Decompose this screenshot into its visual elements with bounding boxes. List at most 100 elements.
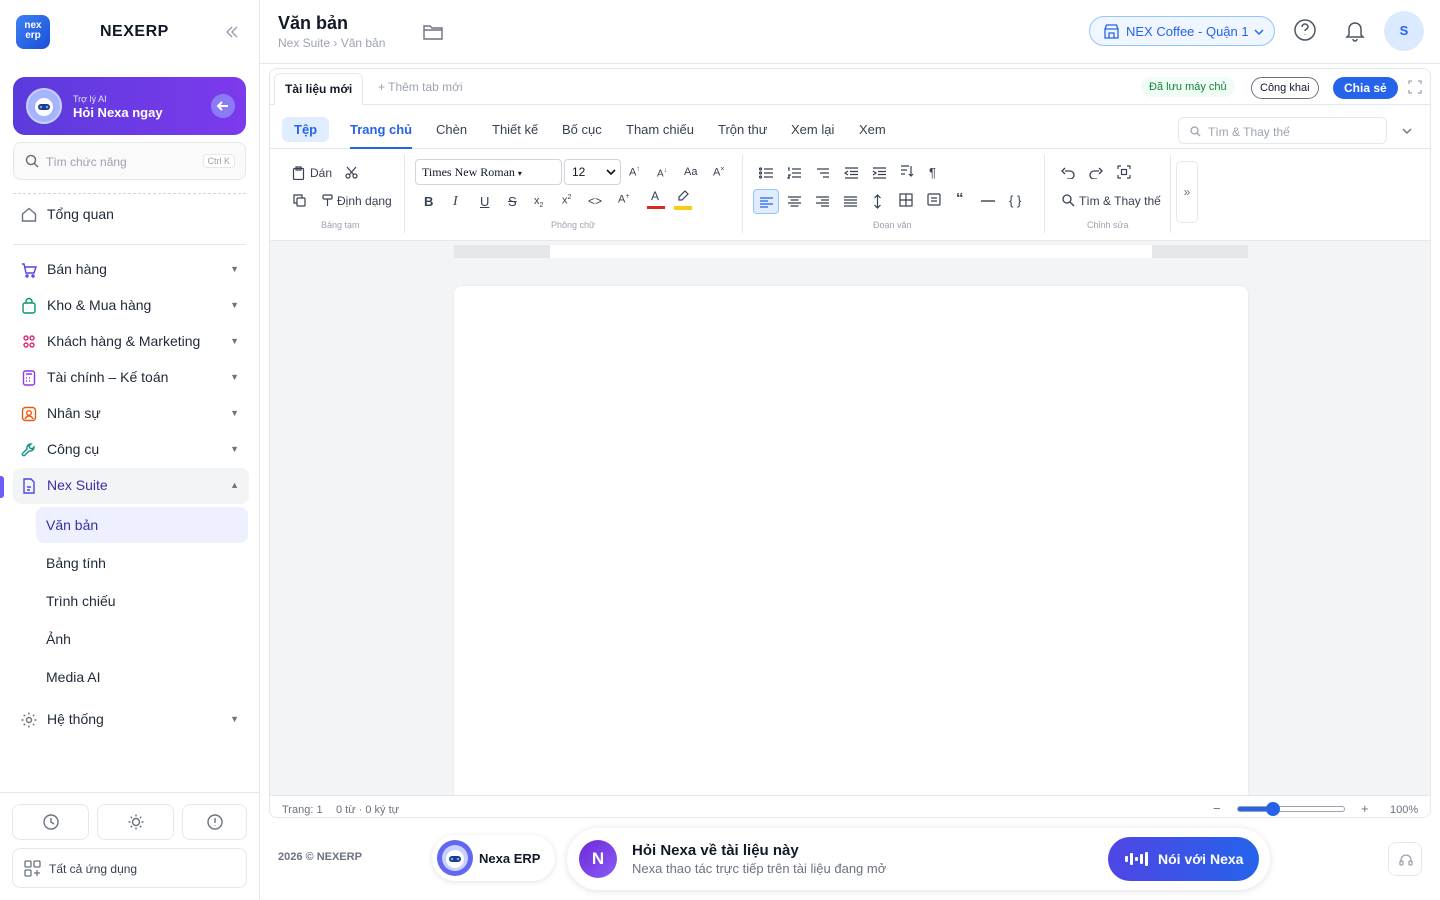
- horizontal-line-icon[interactable]: [981, 200, 995, 202]
- nav-nex-suite[interactable]: Nex Suite ▲: [13, 468, 249, 504]
- ribbon-tab-layout[interactable]: Bố cục: [562, 122, 602, 137]
- folder-icon[interactable]: [422, 22, 444, 42]
- sub-item-media-ai[interactable]: Media AI: [36, 659, 248, 695]
- justify-icon[interactable]: [844, 196, 857, 207]
- find-replace-input[interactable]: Tìm & Thay thế: [1178, 117, 1387, 144]
- sort-icon[interactable]: [900, 165, 914, 178]
- multilevel-list-icon[interactable]: [816, 167, 830, 179]
- font-family-select[interactable]: Times New Roman ▾: [415, 159, 562, 185]
- function-search[interactable]: Tìm chức năng Ctrl K: [13, 142, 246, 180]
- quote-icon[interactable]: “: [956, 190, 964, 207]
- subscript-icon[interactable]: x2: [534, 195, 543, 209]
- fullscreen-icon[interactable]: [1408, 80, 1422, 94]
- add-tab-button[interactable]: + Thêm tab mới: [378, 80, 463, 94]
- zoom-out-button[interactable]: −: [1213, 801, 1221, 816]
- ribbon-tab-home[interactable]: Trang chủ: [350, 122, 413, 149]
- ribbon-tab-design[interactable]: Thiết kế: [492, 122, 538, 137]
- paste-button[interactable]: Dán: [310, 166, 332, 180]
- breadcrumb[interactable]: Nex Suite › Văn bản: [278, 36, 385, 50]
- zoom-slider[interactable]: [1237, 802, 1345, 816]
- text-effects-icon[interactable]: A+: [618, 193, 629, 206]
- line-spacing-icon[interactable]: [873, 194, 882, 209]
- code-icon[interactable]: <>: [588, 194, 602, 208]
- ribbon-tab-file[interactable]: Tệp: [282, 117, 330, 142]
- bullet-list-icon[interactable]: [759, 167, 773, 179]
- ribbon-tab-insert[interactable]: Chèn: [436, 122, 467, 137]
- pilcrow-icon[interactable]: ¶: [929, 165, 936, 180]
- bold-icon[interactable]: B: [424, 194, 433, 209]
- tab-new-document[interactable]: Tài liệu mới: [274, 73, 364, 105]
- numbered-list-icon[interactable]: [787, 167, 801, 179]
- decrease-indent-icon[interactable]: [844, 167, 858, 179]
- app-logo[interactable]: nex erp: [16, 15, 50, 49]
- select-icon[interactable]: [1117, 165, 1131, 179]
- theme-button[interactable]: [97, 804, 174, 840]
- nexa-erp-pill[interactable]: Nexa ERP: [432, 835, 555, 881]
- clear-format-icon[interactable]: A×: [713, 166, 724, 179]
- all-apps-button[interactable]: Tất cả ứng dụng: [12, 848, 247, 888]
- soundwave-icon: [1125, 852, 1148, 866]
- nav-tools[interactable]: Công cụ ▼: [13, 432, 249, 468]
- ribbon-tab-review[interactable]: Xem lại: [791, 122, 834, 137]
- font-size-select[interactable]: 12: [564, 159, 621, 185]
- help-icon[interactable]: [1292, 17, 1318, 43]
- nav-hr[interactable]: Nhân sự ▼: [13, 396, 249, 432]
- underline-icon[interactable]: U: [480, 194, 489, 209]
- ribbon-tab-references[interactable]: Tham chiếu: [626, 122, 694, 137]
- sub-item-slides[interactable]: Trình chiếu: [36, 583, 248, 619]
- font-color-button[interactable]: A: [647, 189, 665, 211]
- align-center-icon[interactable]: [788, 196, 801, 207]
- nav-inventory[interactable]: Kho & Mua hàng ▼: [13, 288, 249, 324]
- ai-assistant-card[interactable]: Trợ lý AI Hỏi Nexa ngay: [13, 77, 246, 135]
- nav-sales[interactable]: Bán hàng ▼: [13, 252, 249, 288]
- increase-indent-icon[interactable]: [872, 167, 886, 179]
- nav-system[interactable]: Hệ thống ▼: [13, 702, 249, 738]
- share-button[interactable]: Chia sẻ: [1333, 77, 1398, 99]
- ribbon-tab-view[interactable]: Xem: [859, 122, 886, 137]
- sub-item-documents[interactable]: Văn bản: [36, 507, 248, 543]
- align-right-icon[interactable]: [816, 196, 829, 207]
- ruler[interactable]: [454, 245, 1248, 258]
- undo-icon[interactable]: [1061, 167, 1075, 179]
- bell-icon[interactable]: [1342, 17, 1368, 43]
- change-case-icon[interactable]: Aa: [684, 166, 697, 178]
- borders-icon[interactable]: [899, 193, 913, 207]
- store-selector[interactable]: NEX Coffee - Quận 1: [1089, 16, 1275, 46]
- nav-finance[interactable]: Tài chính – Kế toán ▼: [13, 360, 249, 396]
- user-avatar[interactable]: S: [1384, 11, 1424, 51]
- strikethrough-icon[interactable]: S: [508, 194, 517, 209]
- chevron-down-icon[interactable]: [1402, 127, 1412, 135]
- copy-icon[interactable]: [293, 194, 306, 207]
- align-left-button[interactable]: [753, 189, 779, 214]
- zoom-slider-thumb[interactable]: [1265, 802, 1280, 816]
- info-button[interactable]: [182, 804, 247, 840]
- sub-item-images[interactable]: Ảnh: [36, 621, 248, 657]
- group-label-paragraph: Đoạn văn: [873, 220, 912, 230]
- code-block-icon[interactable]: { }: [1009, 193, 1021, 208]
- redo-icon[interactable]: [1089, 167, 1103, 179]
- shading-icon[interactable]: [927, 193, 941, 206]
- find-replace-button[interactable]: Tìm & Thay thế: [1079, 194, 1161, 208]
- italic-icon[interactable]: I: [453, 194, 458, 210]
- people-icon: [23, 335, 35, 348]
- arrow-left-icon[interactable]: [211, 94, 235, 118]
- nav-overview[interactable]: Tổng quan: [13, 197, 249, 233]
- sub-item-spreadsheets[interactable]: Bảng tính: [36, 545, 248, 581]
- format-painter-button[interactable]: Định dạng: [337, 194, 392, 208]
- document-page[interactable]: [454, 286, 1248, 817]
- highlight-button[interactable]: [674, 189, 692, 211]
- public-button[interactable]: Công khai: [1251, 77, 1319, 99]
- ribbon-tab-mailings[interactable]: Trộn thư: [718, 122, 767, 137]
- more-tools-button[interactable]: »: [1176, 161, 1198, 223]
- shrink-font-icon[interactable]: A↓: [657, 167, 667, 179]
- superscript-icon[interactable]: x2: [562, 194, 571, 207]
- nav-customers[interactable]: Khách hàng & Marketing ▼: [13, 324, 249, 360]
- talk-to-nexa-button[interactable]: Nói với Nexa: [1108, 837, 1259, 881]
- document-icon: [23, 478, 35, 494]
- scissors-icon[interactable]: [345, 166, 358, 179]
- support-button[interactable]: [1388, 842, 1422, 876]
- grow-font-icon[interactable]: A↑: [629, 166, 640, 179]
- history-button[interactable]: [12, 804, 89, 840]
- zoom-in-button[interactable]: +: [1361, 801, 1369, 816]
- collapse-sidebar-icon[interactable]: [222, 22, 242, 42]
